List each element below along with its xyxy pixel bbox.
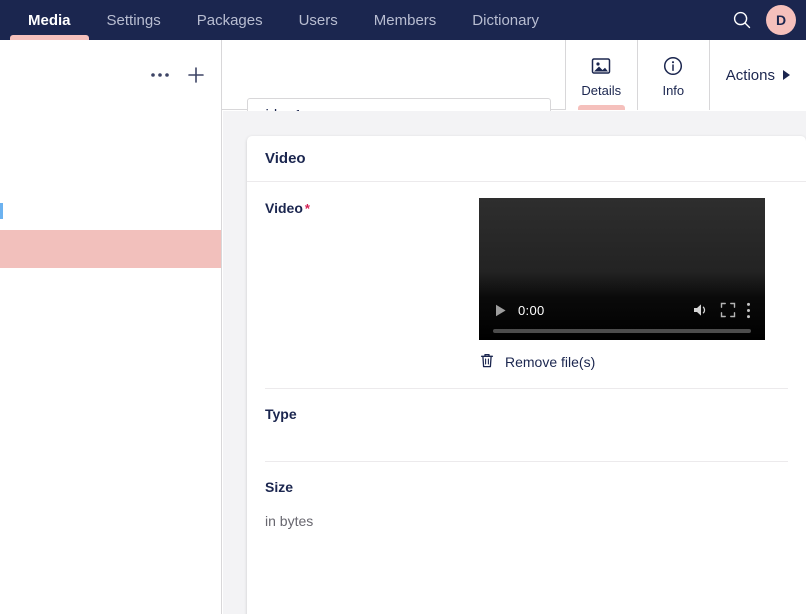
remove-file-button[interactable]: Remove file(s) [479, 352, 595, 372]
property-label: Video * [265, 200, 479, 216]
sub-toolbar: Details Info Actions [0, 40, 806, 132]
trash-icon [479, 352, 495, 372]
tab-label: Info [662, 82, 685, 98]
content-tree-panel[interactable] [0, 110, 222, 614]
actions-label: Actions [725, 66, 775, 84]
property-row-video: Video * 0:00 Remove file(s) [247, 182, 806, 388]
nav-item-label: Users [298, 11, 338, 29]
fullscreen-icon[interactable] [720, 302, 736, 318]
video-player[interactable]: 0:00 [479, 198, 765, 340]
property-label: Size [265, 479, 479, 495]
top-navigation-bar: Media Settings Packages Users Members Di… [0, 0, 806, 40]
main-content-area: Video Video * 0:00 Remove file(s) Type S… [223, 111, 806, 614]
tree-item-selected[interactable] [0, 230, 221, 268]
nav-item-label: Media [28, 11, 71, 29]
video-progress-bar[interactable] [493, 329, 751, 333]
property-label: Type [265, 406, 479, 422]
property-label-column: Size in bytes [265, 477, 479, 529]
avatar-initial: D [775, 12, 787, 28]
plus-icon[interactable] [185, 64, 207, 86]
property-value-column [479, 477, 788, 529]
nav-item-label: Settings [106, 11, 161, 29]
tab-info[interactable]: Info [636, 40, 709, 110]
nav-item-packages[interactable]: Packages [179, 0, 281, 40]
tree-toolbar [0, 40, 222, 110]
nav-item-media[interactable]: Media [10, 0, 89, 40]
property-value-column [479, 404, 788, 445]
card-title-label: Video [265, 150, 306, 167]
property-value-column: 0:00 Remove file(s) [479, 198, 788, 372]
property-label-text: Video [265, 200, 303, 216]
card-title: Video [247, 136, 806, 182]
info-circle-icon [662, 53, 684, 79]
property-row-size: Size in bytes [247, 461, 806, 545]
remove-file-label: Remove file(s) [505, 354, 596, 370]
nav-item-label: Packages [196, 11, 263, 29]
nav-item-label: Members [373, 11, 437, 29]
property-label-column: Video * [265, 198, 479, 372]
avatar[interactable]: D [766, 5, 796, 35]
ellipsis-icon[interactable] [149, 64, 171, 86]
property-row-type: Type [247, 388, 806, 461]
properties-card: Video Video * 0:00 Remove file(s) Type S… [247, 136, 806, 614]
tree-focus-indicator [0, 203, 3, 219]
property-label-column: Type [265, 404, 479, 445]
nav-item-members[interactable]: Members [356, 0, 455, 40]
nav-item-list: Media Settings Packages Users Members Di… [0, 0, 557, 40]
play-icon[interactable] [493, 303, 508, 318]
nav-item-label: Dictionary [472, 11, 539, 29]
tab-bar: Details Info Actions [564, 40, 806, 110]
video-current-time: 0:00 [518, 302, 545, 318]
nav-item-dictionary[interactable]: Dictionary [454, 0, 557, 40]
required-asterisk: * [304, 201, 310, 216]
image-icon [590, 53, 612, 79]
video-controls: 0:00 [479, 294, 765, 326]
property-description: in bytes [265, 513, 314, 529]
nav-item-settings[interactable]: Settings [89, 0, 179, 40]
caret-right-icon [783, 70, 790, 80]
nav-right-group: D [728, 0, 806, 40]
property-label-text: Size [265, 479, 294, 495]
actions-button[interactable]: Actions [708, 40, 806, 110]
property-label-text: Type [265, 406, 297, 422]
tab-label: Details [581, 82, 622, 98]
tab-details[interactable]: Details [564, 40, 637, 110]
nav-item-users[interactable]: Users [281, 0, 356, 40]
volume-icon[interactable] [692, 302, 710, 318]
search-icon[interactable] [728, 6, 756, 34]
kebab-menu-icon[interactable] [746, 302, 751, 319]
